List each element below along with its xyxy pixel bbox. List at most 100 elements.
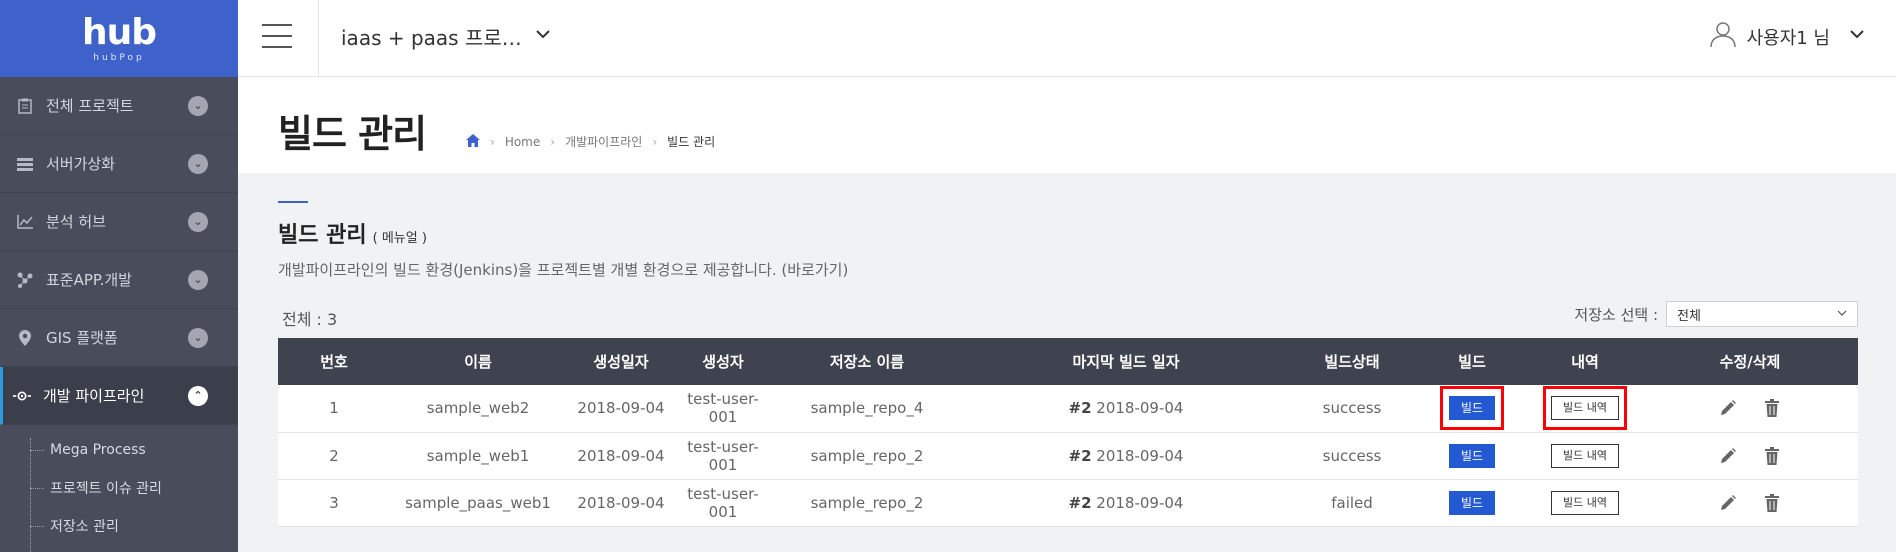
build-number: #2 [1068, 493, 1092, 512]
build-history-button[interactable]: 빌드 내역 [1551, 443, 1619, 468]
cell-history: 빌드 내역 [1528, 385, 1642, 432]
cell-last-build: #2 2018-09-04 [964, 479, 1288, 526]
build-history-button[interactable]: 빌드 내역 [1551, 396, 1619, 421]
build-date: 2018-09-04 [1096, 446, 1184, 465]
nodes-icon [16, 271, 34, 289]
breadcrumb-pipeline[interactable]: 개발파이프라인 [565, 133, 642, 150]
server-icon [16, 155, 34, 173]
cell-repo: sample_repo_2 [810, 493, 924, 512]
sidebar-item-label: 표준APP.개발 [46, 271, 132, 289]
sidebar-item-label: 전체 프로젝트 [46, 97, 134, 115]
sidebar-submenu: Mega Process 프로젝트 이슈 관리 저장소 관리 [0, 425, 238, 545]
chevron-down-icon[interactable] [1848, 25, 1866, 48]
header-divider [318, 0, 319, 77]
sidebar-subitem-project-issues[interactable]: 프로젝트 이슈 관리 [0, 469, 238, 507]
build-button[interactable]: 빌드 [1449, 396, 1495, 421]
cell-no: 3 [329, 493, 339, 512]
sidebar-subitem-repository[interactable]: 저장소 관리 [0, 507, 238, 545]
highlight-box: 빌드 [1440, 386, 1504, 431]
chevron-down-icon[interactable]: ⌄ [188, 95, 208, 116]
manual-link[interactable]: ( 메뉴얼 ) [373, 227, 427, 246]
sidebar-item-label: GIS 플랫폼 [46, 329, 118, 347]
chevron-down-icon [1837, 307, 1847, 322]
chart-icon [16, 213, 34, 231]
breadcrumb-separator: › [652, 134, 658, 149]
chevron-down-icon[interactable]: ⌄ [188, 327, 208, 348]
build-date: 2018-09-04 [1096, 493, 1184, 512]
cell-status: success [1322, 446, 1382, 465]
build-button[interactable]: 빌드 [1449, 490, 1495, 515]
sidebar-item-gis-platform[interactable]: GIS 플랫폼 ⌄ [0, 309, 238, 367]
section-title: 빌드 관리 ( 메뉴얼 ) [278, 217, 427, 249]
build-number: #2 [1068, 446, 1092, 465]
table-header-row: 번호 이름 생성일자 생성자 저장소 이름 마지막 빌드 일자 빌드상태 빌드 … [278, 338, 1858, 385]
cell-last-build: #2 2018-09-04 [964, 432, 1288, 479]
section-description: 개발파이프라인의 빌드 환경(Jenkins)을 프로젝트별 개별 환경으로 제… [278, 261, 849, 279]
sidebar-item-all-projects[interactable]: 전체 프로젝트 ⌄ [0, 77, 238, 135]
trash-icon[interactable] [1760, 491, 1784, 515]
pencil-icon[interactable] [1716, 491, 1740, 515]
column-header: 생성일자 [593, 353, 649, 371]
cell-build: 빌드 [1416, 479, 1528, 526]
column-header: 생성자 [702, 353, 744, 371]
column-header: 저장소 이름 [829, 353, 905, 371]
cell-name: sample_web1 [426, 446, 530, 465]
cell-status: success [1322, 399, 1382, 418]
hamburger-menu-icon[interactable] [262, 24, 292, 48]
chevron-down-icon[interactable]: ⌄ [188, 269, 208, 290]
pencil-icon[interactable] [1716, 444, 1740, 468]
user-name: 사용자1 님 [1746, 27, 1830, 49]
sidebar-item-label: 서버가상화 [46, 155, 116, 173]
logo[interactable]: hub hubPop [0, 0, 238, 77]
table-row: 2 sample_web1 2018-09-04 test-user-001 s… [278, 432, 1858, 479]
cell-history: 빌드 내역 [1528, 479, 1642, 526]
repo-filter-label: 저장소 선택 : [1574, 305, 1658, 324]
cell-actions [1642, 432, 1858, 479]
build-button[interactable]: 빌드 [1449, 443, 1495, 468]
breadcrumb-separator: › [550, 134, 556, 149]
repo-filter: 저장소 선택 : 전체 [1574, 301, 1858, 327]
trash-icon[interactable] [1760, 444, 1784, 468]
breadcrumb-current: 빌드 관리 [667, 135, 716, 149]
cell-creator: test-user-001 [687, 437, 759, 474]
logo-subtext: hubPop [93, 52, 145, 63]
cell-no: 2 [329, 446, 339, 465]
table-row: 1 sample_web2 2018-09-04 test-user-001 s… [278, 385, 1858, 432]
chevron-up-icon[interactable]: ⌃ [188, 385, 208, 406]
sidebar-item-server-virtualization[interactable]: 서버가상화 ⌄ [0, 135, 238, 193]
page-header: 빌드 관리 › Home › 개발파이프라인 › 빌드 관리 [238, 77, 1896, 173]
section-accent-line [278, 201, 308, 203]
column-header: 빌드 [1458, 353, 1486, 371]
sidebar-subitem-mega-process[interactable]: Mega Process [0, 431, 238, 469]
cell-last-build: #2 2018-09-04 [964, 385, 1288, 432]
sidebar-item-dev-pipeline[interactable]: 개발 파이프라인 ⌃ [0, 367, 238, 425]
pencil-icon[interactable] [1716, 396, 1740, 420]
sidebar-item-label: 분석 허브 [46, 213, 106, 231]
sidebar-item-analytics-hub[interactable]: 분석 허브 ⌄ [0, 193, 238, 251]
column-header: 내역 [1571, 353, 1599, 371]
breadcrumb-home[interactable]: Home [505, 135, 540, 149]
column-header: 번호 [320, 353, 348, 371]
trash-icon[interactable] [1760, 396, 1784, 420]
build-table: 번호 이름 생성일자 생성자 저장소 이름 마지막 빌드 일자 빌드상태 빌드 … [278, 338, 1858, 527]
pipeline-icon [13, 387, 31, 405]
project-selector[interactable]: iaas + paas 프로… [341, 22, 522, 51]
table-row: 3 sample_paas_web1 2018-09-04 test-user-… [278, 479, 1858, 526]
chevron-down-icon[interactable]: ⌄ [188, 153, 208, 174]
chevron-down-icon[interactable]: ⌄ [188, 211, 208, 232]
repo-select[interactable]: 전체 [1666, 301, 1858, 327]
sidebar-item-standard-app[interactable]: 표준APP.개발 ⌄ [0, 251, 238, 309]
cell-creator: test-user-001 [687, 484, 759, 521]
home-icon[interactable] [466, 133, 480, 150]
breadcrumb: › Home › 개발파이프라인 › 빌드 관리 [466, 133, 715, 150]
user-menu[interactable]: 사용자1 님 [1709, 20, 1866, 53]
cell-created: 2018-09-04 [577, 446, 665, 465]
total-count: 전체 : 3 [282, 310, 338, 329]
cell-name: sample_web2 [426, 399, 530, 418]
submenu-tree-line [30, 438, 31, 552]
cell-actions [1642, 385, 1858, 432]
sidebar: hub hubPop 전체 프로젝트 ⌄ 서버가상화 ⌄ 분석 허브 ⌄ 표준A… [0, 0, 238, 552]
build-history-button[interactable]: 빌드 내역 [1551, 490, 1619, 515]
chevron-down-icon[interactable] [534, 25, 552, 43]
cell-actions [1642, 479, 1858, 526]
